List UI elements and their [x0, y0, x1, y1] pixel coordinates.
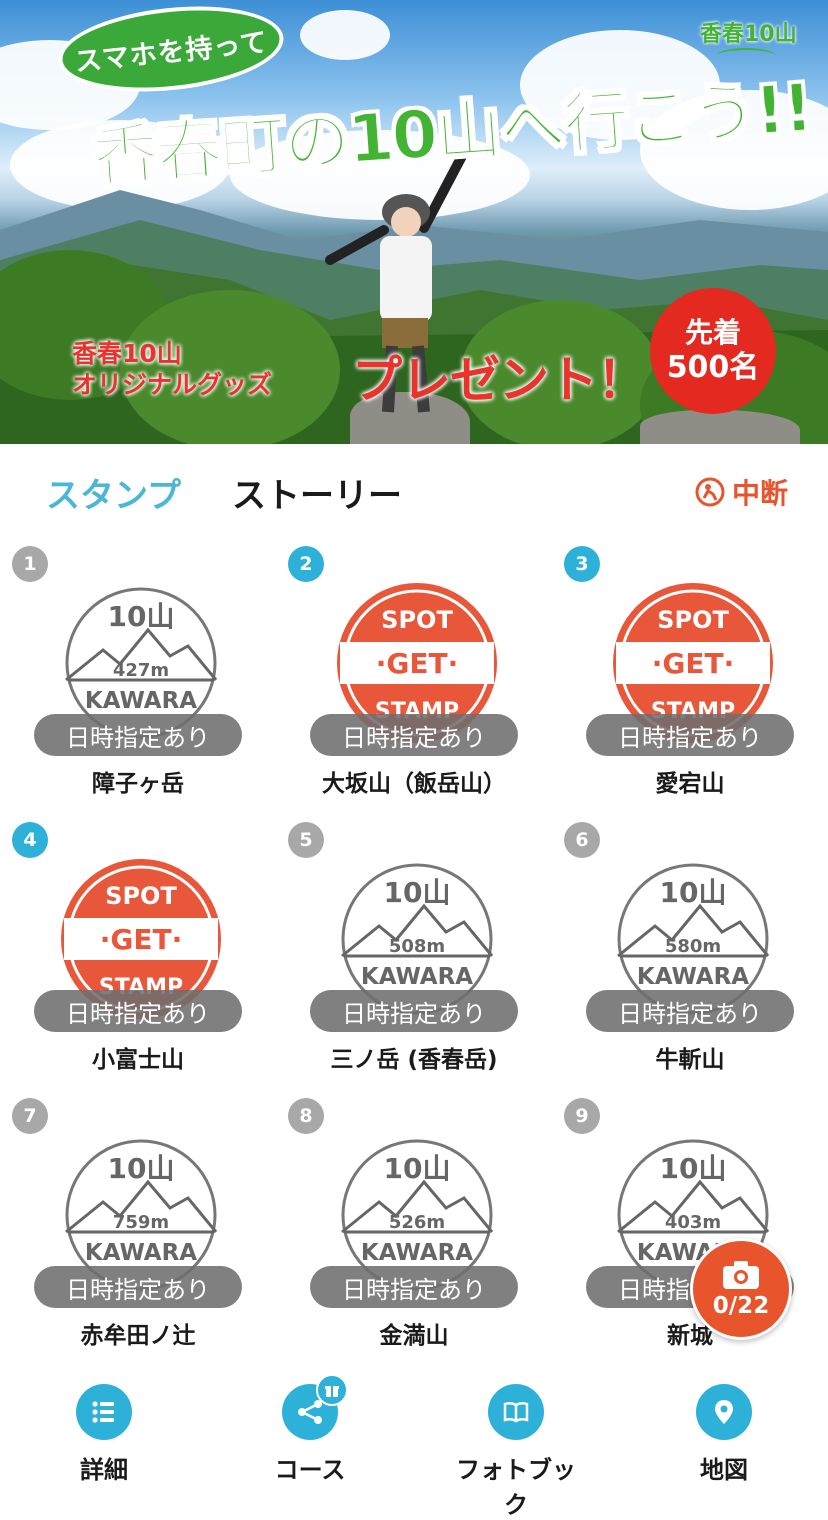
list-icon: [76, 1384, 132, 1440]
book-icon: [488, 1384, 544, 1440]
mountain-name: 大坂山（飯岳山）: [322, 771, 506, 797]
schedule-badge: 日時指定あり: [586, 714, 794, 756]
mountain-name: 牛斬山: [655, 1047, 725, 1073]
stamp-number-badge: 1: [12, 546, 48, 582]
tab-bar: スタンプ ストーリー 中断: [0, 444, 828, 536]
nav-label: 詳細: [80, 1456, 128, 1484]
stamp-bottom-text: KAWARA: [361, 964, 473, 990]
mountain-stamp-card[interactable]: 3 SPOT ·GET· STAMP 日時指定あり 愛宕山: [552, 536, 828, 812]
nav-photobook[interactable]: フォトブック: [446, 1384, 586, 1520]
stamp-spot-text: SPOT: [381, 606, 453, 634]
stamp-get-text: ·GET·: [100, 923, 182, 956]
stamp-elevation-text: 403m: [665, 1212, 721, 1233]
mountain-stamp-card[interactable]: 5 10山 508m KAWARA 日時指定あり三ノ岳 (香春岳): [276, 812, 552, 1088]
mountain-name: 金満山: [379, 1323, 449, 1349]
mountain-stamp-card[interactable]: 1 10山 427m KAWARA 日時指定あり障子ヶ岳: [0, 536, 276, 812]
mountain-name: 新城: [667, 1323, 713, 1349]
mountain-stamp-card[interactable]: 2 SPOT ·GET· STAMP 日時指定あり 大坂山（飯岳山）: [276, 536, 552, 812]
map-pin-icon: [696, 1384, 752, 1440]
mountain-stamp-card[interactable]: 7 10山 759m KAWARA 日時指定あり赤牟田ノ辻: [0, 1088, 276, 1364]
stamp-get-text: ·GET·: [376, 647, 458, 680]
stamp-top-text: 10山: [108, 600, 175, 633]
stamp-number-badge: 8: [288, 1098, 324, 1134]
schedule-badge: 日時指定あり: [310, 990, 518, 1032]
goods-line-2: オリジナルグッズ: [72, 370, 273, 399]
badge-line-1: 先着: [684, 316, 741, 349]
mountain-stamp-card[interactable]: 910山403mKAWARA日時指定あり新城: [552, 1088, 828, 1364]
mountain-stamp-card[interactable]: 4 SPOT ·GET· STAMP 日時指定あり 小富士山: [0, 812, 276, 1088]
banner-goods-text: 香春10山 オリジナルグッズ: [72, 338, 272, 400]
stamp-number-badge: 2: [288, 546, 324, 582]
bottom-nav: 詳細 コース フォトブック 地図: [0, 1370, 828, 1519]
rock: [640, 410, 800, 444]
stamp-number-badge: 9: [564, 1098, 600, 1134]
logo-mountain-mark: [716, 48, 776, 64]
mountain-name: 障子ヶ岳: [92, 771, 184, 797]
schedule-badge: 日時指定あり: [34, 990, 242, 1032]
stamp-top-text: 10山: [108, 1152, 175, 1185]
pause-label: 中断: [732, 477, 789, 510]
stamp-top-text: 10山: [384, 876, 451, 909]
mountain-name: 三ノ岳 (香春岳): [330, 1047, 498, 1073]
gift-icon: [316, 1374, 348, 1406]
stamp-number-badge: 4: [12, 822, 48, 858]
stamp-top-text: 10山: [384, 1152, 451, 1185]
nav-label: 地図: [700, 1456, 748, 1484]
stamp-bottom-text: KAWARA: [361, 1240, 473, 1266]
stamp-top-text: 10山: [660, 1152, 727, 1185]
stamp-elevation-text: 526m: [389, 1212, 445, 1233]
nav-label: フォトブック: [456, 1456, 576, 1519]
cloud: [300, 10, 390, 60]
stamp-elevation-text: 427m: [113, 660, 169, 681]
tab-story[interactable]: ストーリー: [232, 468, 402, 517]
nav-map[interactable]: 地図: [654, 1384, 794, 1485]
stamp-number-badge: 7: [12, 1098, 48, 1134]
camera-icon: [723, 1261, 759, 1289]
share-icon: [282, 1374, 348, 1440]
stamp-get-text: ·GET·: [652, 647, 734, 680]
schedule-badge: 日時指定あり: [310, 1266, 518, 1308]
schedule-badge: 日時指定あり: [34, 1266, 242, 1308]
mountain-stamp-card[interactable]: 6 10山 580m KAWARA 日時指定あり牛斬山: [552, 812, 828, 1088]
promo-banner[interactable]: スマホを持って 香春町の10山へ行こう!! 香春10山 香春10山 オリジナルグ…: [0, 0, 828, 444]
stamp-number-badge: 3: [564, 546, 600, 582]
stamp-bottom-text: KAWARA: [85, 1240, 197, 1266]
stamp-bottom-text: KAWARA: [85, 688, 197, 714]
nav-label: コース: [274, 1456, 346, 1484]
schedule-badge: 日時指定あり: [586, 990, 794, 1032]
stamp-grid: 1 10山 427m KAWARA 日時指定あり 障子ヶ岳 2 SPOT ·GET· STAMP 日…: [0, 536, 828, 1366]
pause-person-icon: [695, 477, 725, 507]
app-logo: 香春10山: [700, 22, 797, 47]
mountain-name: 赤牟田ノ辻: [80, 1323, 196, 1349]
stamp-elevation-text: 508m: [389, 936, 445, 957]
mountain-name: 小富士山: [92, 1047, 184, 1073]
first-500-badge: 先着 500名: [650, 288, 776, 414]
stamp-top-text: 10山: [660, 876, 727, 909]
stamp-spot-text: SPOT: [657, 606, 729, 634]
stamp-elevation-text: 759m: [113, 1212, 169, 1233]
mountain-name: 愛宕山: [655, 771, 725, 797]
schedule-badge: 日時指定あり: [310, 714, 518, 756]
badge-line-2: 500名: [666, 350, 760, 385]
schedule-badge: 日時指定あり: [34, 714, 242, 756]
goods-line-1: 香春10山: [72, 339, 182, 368]
stamp-spot-text: SPOT: [105, 882, 177, 910]
mountain-stamp-card[interactable]: 8 10山 526m KAWARA 日時指定あり金満山: [276, 1088, 552, 1364]
pause-button[interactable]: 中断: [694, 472, 788, 512]
tab-stamp[interactable]: スタンプ: [46, 468, 181, 517]
nav-detail[interactable]: 詳細: [34, 1384, 174, 1485]
stamp-number-badge: 5: [288, 822, 324, 858]
stamp-number-badge: 6: [564, 822, 600, 858]
photo-count: 0/22: [712, 1293, 770, 1319]
camera-button[interactable]: 0/22: [690, 1238, 792, 1340]
stamp-elevation-text: 580m: [665, 936, 721, 957]
banner-present-text: プレゼント！: [352, 351, 647, 409]
stamp-bottom-text: KAWARA: [637, 964, 749, 990]
nav-course[interactable]: コース: [240, 1374, 380, 1485]
